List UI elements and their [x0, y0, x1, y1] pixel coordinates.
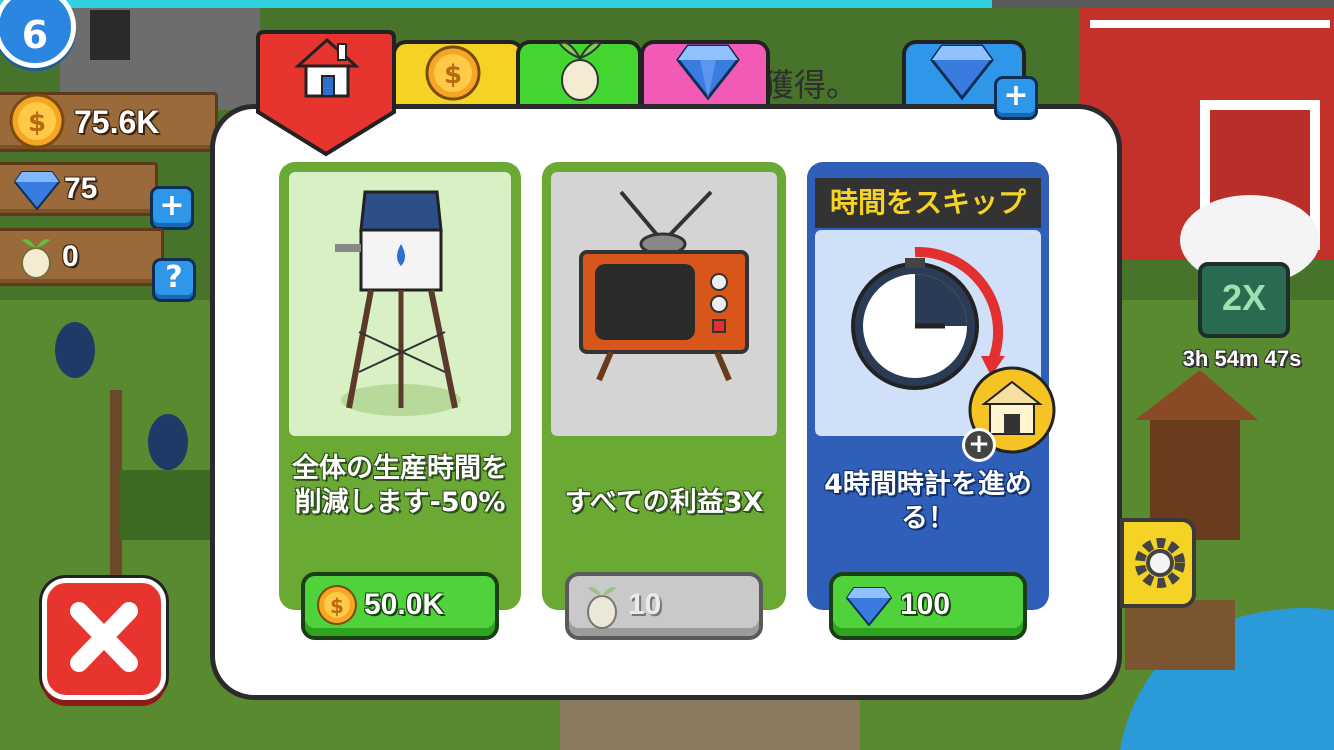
boost-timer: 3h 54m 47s [1182, 346, 1302, 371]
seeds-value: 0 [62, 240, 79, 273]
gem-icon [14, 171, 60, 210]
xp-progress-fill [0, 0, 992, 8]
gems-value: 75 [64, 172, 98, 205]
gem-icon [676, 44, 740, 100]
buy-gems-plus-button[interactable]: + [994, 76, 1038, 120]
close-icon [70, 602, 138, 672]
television-image [551, 172, 777, 436]
settings-button[interactable] [1120, 518, 1196, 608]
background-text: 獲得。 [762, 66, 859, 104]
house-icon [294, 37, 360, 98]
seed-icon [587, 587, 617, 629]
seed-icon [21, 239, 51, 279]
add-gems-button[interactable]: + [150, 186, 194, 230]
coins-value: 75.6K [74, 104, 160, 140]
water-tower-price: 50.0K [364, 588, 445, 621]
coin-icon: $ [425, 45, 481, 101]
coin-icon: $ [9, 93, 65, 149]
card-water-tower-description: 全体の生産時間を削減します-50% [292, 453, 508, 518]
coin-icon: $ [317, 585, 357, 625]
help-button[interactable]: ? [152, 258, 196, 302]
svg-text:$: $ [330, 594, 344, 618]
water-tower-image [289, 172, 511, 436]
close-button[interactable] [42, 578, 166, 700]
boost-2x-button[interactable]: 2X [1198, 262, 1290, 338]
svg-text:$: $ [444, 60, 462, 90]
skip-time-price: 100 [900, 588, 951, 621]
svg-text:$: $ [28, 108, 46, 138]
plus-icon: + [962, 428, 996, 462]
gear-icon [1135, 538, 1185, 588]
gem-icon [846, 587, 892, 626]
card-television-description: すべての利益3X [564, 487, 764, 518]
television-price: 10 [628, 588, 662, 621]
card-skip-time-description: 4時間時計を進める！ [824, 469, 1032, 534]
seed-icon [558, 41, 602, 101]
card-skip-time-header: 時間をスキップ [815, 178, 1041, 228]
gem-icon [930, 44, 994, 100]
